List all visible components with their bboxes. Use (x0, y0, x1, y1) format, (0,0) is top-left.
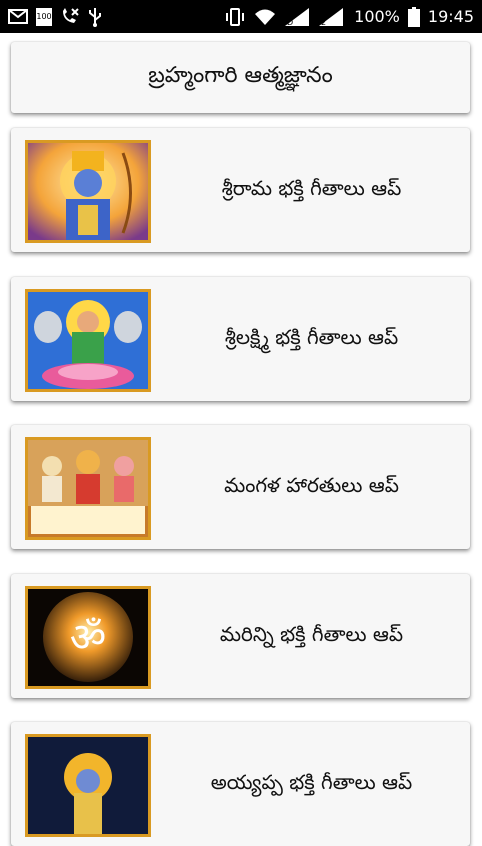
wifi-icon (254, 8, 276, 26)
list-item-ayyappa[interactable]: అయ్యప్ప భక్తి గీతాలు ఆప్ (11, 722, 470, 846)
status-bar-right: D 2 100% 19:45 (224, 6, 474, 27)
list-item-label: మంగళ హారతులు ఆప్ (224, 472, 399, 497)
signal-icon: D (284, 7, 310, 27)
om-image: ॐ (25, 586, 151, 689)
hd-icon: 100 (36, 7, 52, 26)
list-item-label: మరిన్ని భక్తి గీతాలు ఆప్ (219, 621, 404, 646)
list-item-label: అయ్యప్ప భక్తి గీతాలు ఆప్ (210, 769, 413, 794)
ayyappa-image (25, 734, 151, 837)
page-title-card: బ్రహ్మంగారి ఆత్మజ్ఞానం (11, 42, 470, 113)
list-item-more-songs[interactable]: ॐ మరిన్ని భక్తి గీతాలు ఆప్ (11, 574, 470, 698)
usb-icon (88, 7, 102, 27)
lakshmi-image (25, 289, 151, 392)
missed-call-icon (60, 7, 80, 26)
list-item-label: శ్రీలక్ష్మి భక్తి గీతాలు ఆప్ (224, 324, 399, 349)
status-bar: 100 D 2 100% 19:45 (0, 0, 482, 33)
clock: 19:45 (427, 7, 474, 26)
list-item-lakshmi[interactable]: శ్రీలక్ష్మి భక్తి గీతాలు ఆప్ (11, 277, 470, 401)
svg-text:D: D (287, 18, 293, 27)
svg-text:100: 100 (36, 12, 51, 21)
vibrate-icon (224, 7, 246, 26)
signal-icon-2: 2 (318, 7, 344, 27)
battery-icon (407, 6, 420, 27)
page-title: బ్రహ్మంగారి ఆత్మజ్ఞానం (148, 62, 333, 88)
svg-text:2: 2 (321, 18, 326, 27)
mangala-harathulu-image (25, 437, 151, 540)
battery-percent: 100% (354, 7, 400, 26)
rama-image (25, 140, 151, 243)
svg-text:ॐ: ॐ (70, 615, 106, 661)
list-item-rama[interactable]: శ్రీరామ భక్తి గీతాలు ఆప్ (11, 128, 470, 252)
status-bar-left: 100 (8, 7, 102, 27)
list-item-label: శ్రీరామ భక్తి గీతాలు ఆప్ (221, 175, 402, 200)
list-item-mangala-harathulu[interactable]: మంగళ హారతులు ఆప్ (11, 425, 470, 549)
mail-icon (8, 9, 28, 24)
